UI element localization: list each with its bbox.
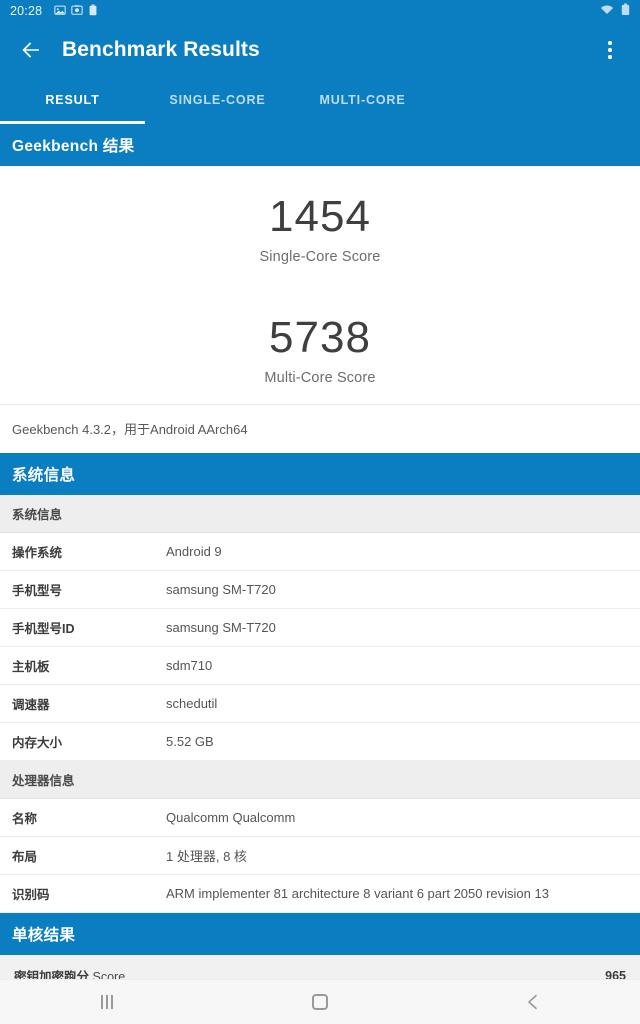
section-header-geekbench-result: Geekbench 结果 — [0, 124, 640, 166]
recents-glyph — [101, 995, 113, 1009]
battery-icon — [621, 3, 630, 19]
tab-multi-core[interactable]: MULTI-CORE — [290, 78, 435, 124]
subsection-header-processor-info: 处理器信息 — [0, 761, 640, 799]
home-glyph — [312, 994, 328, 1010]
android-nav-bar — [0, 979, 640, 1024]
table-row: 调速器 schedutil — [0, 685, 640, 723]
row-key: 手机型号 — [12, 580, 166, 599]
recents-icon[interactable] — [71, 980, 143, 1024]
home-icon[interactable] — [284, 980, 356, 1024]
tab-result[interactable]: RESULT — [0, 78, 145, 124]
row-key: 主机板 — [12, 656, 166, 675]
table-row: 手机型号 samsung SM-T720 — [0, 571, 640, 609]
row-value: sdm710 — [166, 658, 212, 673]
app-root: 20:28 Benchmark Results — [0, 0, 640, 1024]
table-row: 密钥加密跑分 Score 965 — [0, 955, 640, 979]
status-time: 20:28 — [10, 4, 42, 18]
geekbench-version-line: Geekbench 4.3.2，用于Android AArch64 — [0, 404, 640, 453]
row-value: samsung SM-T720 — [166, 582, 276, 597]
tab-single-core[interactable]: SINGLE-CORE — [145, 78, 290, 124]
table-row: 手机型号ID samsung SM-T720 — [0, 609, 640, 647]
section-header-system-info: 系统信息 — [0, 453, 640, 495]
single-core-score-group: 1454 Single-Core Score — [0, 194, 640, 265]
row-key: 操作系统 — [12, 542, 166, 561]
table-row: 内存大小 5.52 GB — [0, 723, 640, 761]
status-bar: 20:28 — [0, 0, 640, 22]
table-row: 操作系统 Android 9 — [0, 533, 640, 571]
row-value: Android 9 — [166, 544, 222, 559]
result-name-suffix: Score — [89, 970, 125, 979]
table-row: 名称 Qualcomm Qualcomm — [0, 799, 640, 837]
row-key: 内存大小 — [12, 732, 166, 751]
multi-core-score-value: 5738 — [0, 315, 640, 361]
back-arrow-icon[interactable] — [14, 33, 48, 67]
result-name-text: 密钥加密跑分 — [14, 970, 89, 979]
status-bar-right — [600, 3, 630, 19]
row-value: ARM implementer 81 architecture 8 varian… — [166, 886, 549, 901]
multi-core-score-label: Multi-Core Score — [0, 370, 640, 386]
image-icon — [54, 4, 66, 19]
row-value: samsung SM-T720 — [166, 620, 276, 635]
overflow-menu-icon[interactable] — [594, 31, 626, 69]
row-value: schedutil — [166, 696, 217, 711]
row-value: Qualcomm Qualcomm — [166, 810, 295, 825]
multi-core-score-group: 5738 Multi-Core Score — [0, 315, 640, 386]
row-key: 识别码 — [12, 884, 166, 903]
row-key: 手机型号ID — [12, 618, 166, 637]
overflow-dot — [608, 41, 612, 45]
screenshot-icon — [71, 4, 83, 19]
page-title: Benchmark Results — [62, 38, 260, 62]
single-core-score-value: 1454 — [0, 194, 640, 240]
section-header-single-core-results: 单核结果 — [0, 913, 640, 955]
result-name: 密钥加密跑分 Score — [14, 966, 125, 979]
app-bar: Benchmark Results — [0, 22, 640, 78]
back-icon[interactable] — [497, 980, 569, 1024]
row-key: 调速器 — [12, 694, 166, 713]
single-core-score-label: Single-Core Score — [0, 249, 640, 265]
subsection-header-system-info: 系统信息 — [0, 495, 640, 533]
overflow-dot — [608, 55, 612, 59]
table-row: 布局 1 处理器, 8 核 — [0, 837, 640, 875]
row-key: 布局 — [12, 846, 166, 865]
table-row: 主机板 sdm710 — [0, 647, 640, 685]
row-value: 5.52 GB — [166, 734, 214, 749]
row-key: 名称 — [12, 808, 166, 827]
result-score: 965 — [605, 969, 626, 979]
tab-bar: RESULT SINGLE-CORE MULTI-CORE — [0, 78, 640, 124]
overflow-dot — [608, 48, 612, 52]
table-row: 识别码 ARM implementer 81 architecture 8 va… — [0, 875, 640, 913]
battery-saver-icon — [88, 4, 98, 19]
content-scroll-area[interactable]: Geekbench 结果 1454 Single-Core Score 5738… — [0, 124, 640, 979]
score-summary: 1454 Single-Core Score 5738 Multi-Core S… — [0, 166, 640, 404]
wifi-icon — [600, 4, 614, 18]
status-bar-left: 20:28 — [10, 4, 98, 19]
row-value: 1 处理器, 8 核 — [166, 846, 247, 865]
